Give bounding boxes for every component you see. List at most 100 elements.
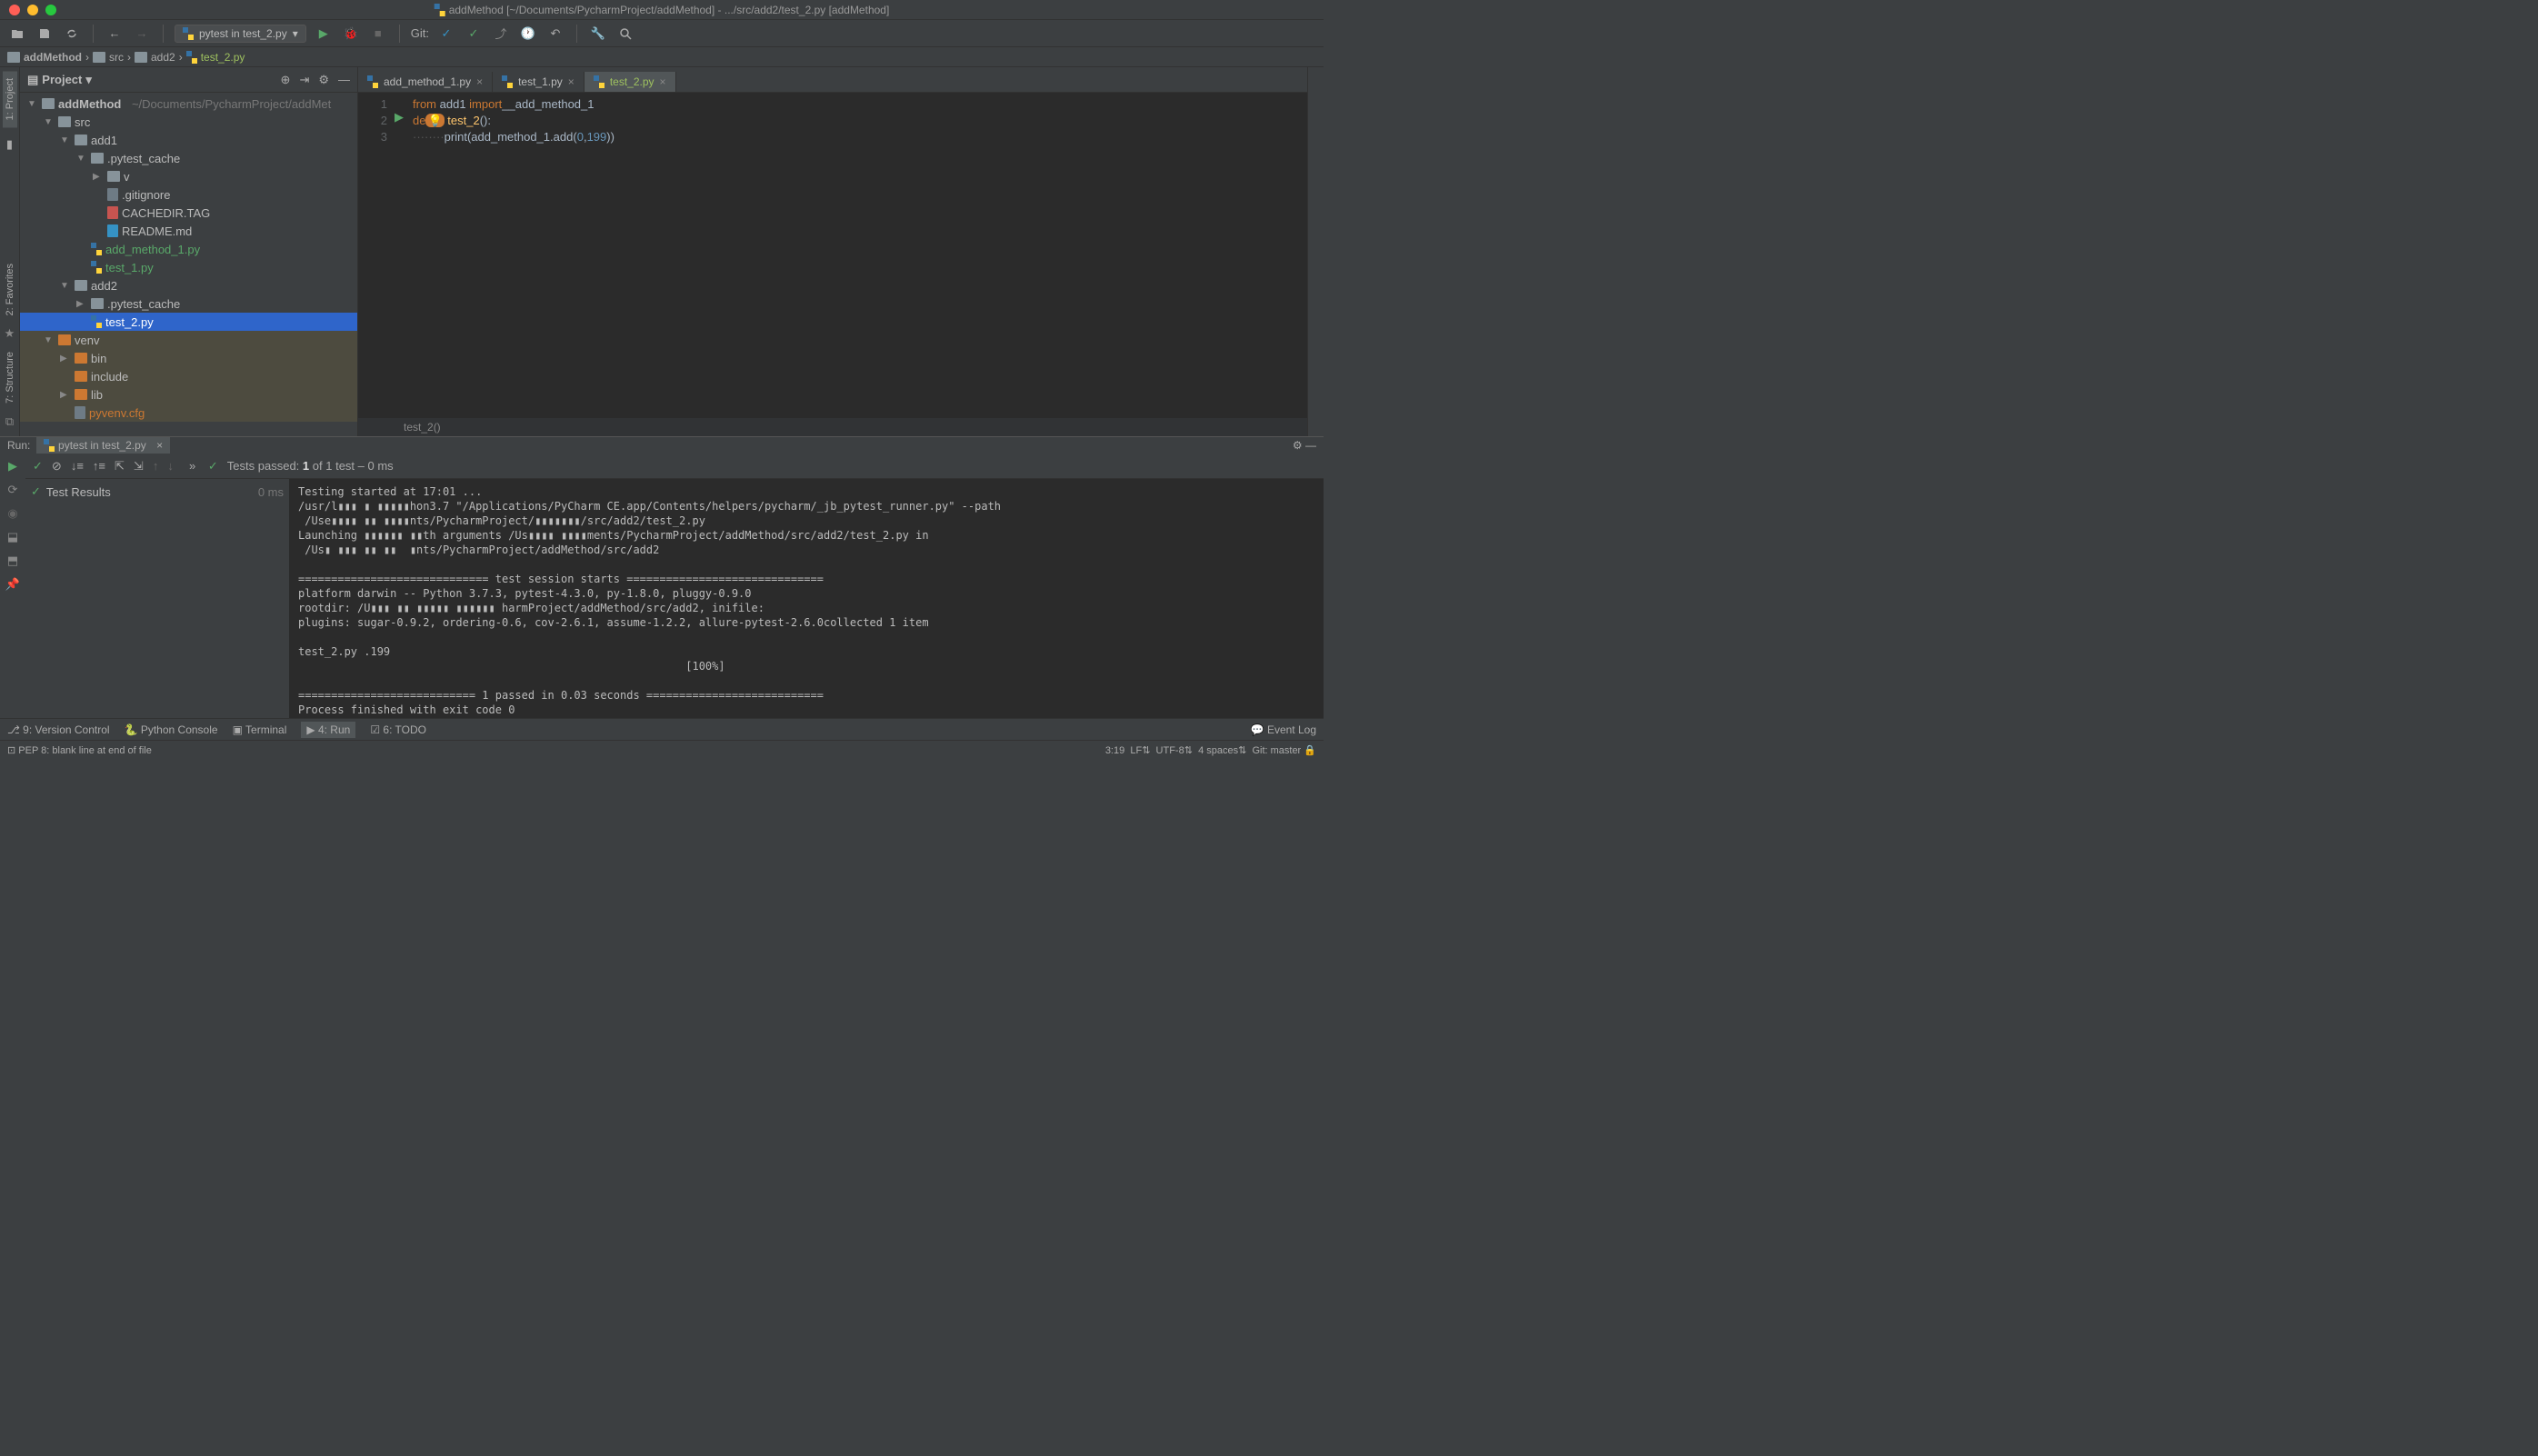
editor-breadcrumb[interactable]: test_2()	[358, 418, 1307, 436]
close-icon[interactable]: ×	[568, 75, 575, 88]
window-close[interactable]	[9, 5, 20, 15]
tree-file-selected[interactable]: test_2.py	[20, 313, 357, 331]
favorites-tool-tab[interactable]: 2: Favorites	[3, 256, 17, 323]
rerun-icon[interactable]: ▶	[8, 459, 17, 474]
git-history-icon[interactable]: 🕐	[518, 24, 538, 44]
close-icon[interactable]: ×	[156, 439, 163, 452]
cursor-position[interactable]: 3:19	[1105, 745, 1124, 756]
open-icon[interactable]	[7, 24, 27, 44]
settings-icon[interactable]: 🔧	[588, 24, 608, 44]
project-tree[interactable]: ▼addMethod ~/Documents/PycharmProject/ad…	[20, 93, 357, 436]
breadcrumb-item[interactable]: add2	[135, 51, 175, 64]
vc-tab[interactable]: ⎇ 9: Version Control	[7, 723, 110, 736]
indent[interactable]: 4 spaces	[1198, 745, 1238, 756]
encoding[interactable]: UTF-8	[1156, 745, 1184, 756]
run-config-dropdown[interactable]: pytest in test_2.py ▾	[175, 25, 306, 43]
layout-icon[interactable]: ⬒	[7, 553, 18, 568]
close-icon[interactable]: ×	[476, 75, 483, 88]
structure-tool-tab[interactable]: 7: Structure	[3, 344, 17, 411]
tree-file[interactable]: test_1.py	[20, 258, 357, 276]
console-output[interactable]: Testing started at 17:01 ... /usr/l▮▮▮ ▮…	[289, 479, 1324, 723]
tree-folder[interactable]: ▼src	[20, 113, 357, 131]
tree-folder[interactable]: ▼venv	[20, 331, 357, 349]
pin2-icon[interactable]: 📌	[5, 577, 20, 592]
editor-tab-active[interactable]: test_2.py×	[585, 72, 676, 92]
tree-file[interactable]: pyvenv.cfg	[20, 404, 357, 422]
event-log-tab[interactable]: 💬 Event Log	[1251, 723, 1316, 736]
tree-folder[interactable]: ▶v	[20, 167, 357, 185]
chevron-down-icon: ▾	[293, 27, 298, 40]
gutter-marks[interactable]: ▶	[395, 93, 409, 418]
debug-icon[interactable]: 🐞	[341, 24, 361, 44]
git-commit-icon[interactable]: ✓	[464, 24, 484, 44]
save-icon[interactable]	[35, 24, 55, 44]
test-results-root[interactable]: Test Results	[46, 485, 111, 499]
line-separator[interactable]: LF	[1130, 745, 1142, 756]
tree-folder[interactable]: include	[20, 367, 357, 385]
sort-icon[interactable]: ↓≡	[71, 459, 84, 473]
breadcrumb-item[interactable]: addMethod	[7, 51, 82, 64]
project-tool-tab[interactable]: 1: Project	[3, 71, 17, 127]
toggle-icon[interactable]: ⟳	[8, 483, 18, 497]
git-branch[interactable]: Git: master	[1252, 745, 1301, 756]
tree-folder[interactable]: ▶lib	[20, 385, 357, 404]
check-icon[interactable]: ✓	[33, 459, 43, 474]
minimize-icon[interactable]: —	[1305, 439, 1316, 452]
tree-root[interactable]: ▼addMethod ~/Documents/PycharmProject/ad…	[20, 95, 357, 113]
tests-summary: Tests passed: 1 of 1 test – 0 ms	[227, 459, 394, 473]
stop-icon[interactable]: ■	[368, 24, 388, 44]
editor-tab[interactable]: add_method_1.py×	[358, 72, 493, 92]
run-icon[interactable]: ▶	[314, 24, 334, 44]
chevron-down-icon[interactable]: ▾	[85, 73, 92, 87]
collapse-icon[interactable]: ⇲	[134, 459, 144, 474]
code-editor[interactable]: 123 ▶ from add1 import__add_method_1 de💡…	[358, 93, 1307, 418]
up-icon[interactable]: ↑	[153, 459, 159, 473]
tree-file[interactable]: CACHEDIR.TAG	[20, 204, 357, 222]
gear-icon[interactable]: ⚙	[1293, 439, 1303, 452]
git-compare-icon[interactable]: ⤴	[491, 24, 511, 44]
git-update-icon[interactable]: ✓	[436, 24, 456, 44]
collapse-icon[interactable]: ⇥	[299, 73, 309, 87]
tree-file[interactable]: add_method_1.py	[20, 240, 357, 258]
bookmark-icon[interactable]: ▮	[0, 135, 20, 155]
forward-icon[interactable]: →	[132, 24, 152, 44]
project-panel: ▤ Project ▾ ⊕ ⇥ ⚙ — ▼addMethod ~/Documen…	[20, 67, 358, 436]
tree-folder[interactable]: ▼add1	[20, 131, 357, 149]
tree-file[interactable]: README.md	[20, 222, 357, 240]
inspection-icon[interactable]: ⊡	[7, 744, 15, 756]
lock-icon[interactable]: 🔒	[1304, 744, 1316, 756]
git-revert-icon[interactable]: ↶	[545, 24, 565, 44]
sort2-icon[interactable]: ↑≡	[93, 459, 105, 473]
tree-folder[interactable]: ▼.pytest_cache	[20, 149, 357, 167]
test-results-tree[interactable]: ✓Test Results0 ms	[25, 479, 289, 723]
run-tab[interactable]: pytest in test_2.py ×	[36, 437, 170, 454]
terminal-tab[interactable]: ▣ Terminal	[233, 723, 287, 736]
python-console-tab[interactable]: 🐍 Python Console	[125, 723, 218, 736]
tree-folder[interactable]: ▼add2	[20, 276, 357, 294]
breadcrumb-item[interactable]: src	[93, 51, 124, 64]
minimize-icon[interactable]: —	[338, 73, 350, 87]
tree-folder[interactable]: ▶bin	[20, 349, 357, 367]
filter-icon[interactable]: ⊘	[52, 459, 62, 474]
locate-icon[interactable]: ⊕	[281, 73, 291, 87]
refresh-icon[interactable]	[62, 24, 82, 44]
down-icon[interactable]: ↓	[167, 459, 174, 473]
project-dropdown-icon[interactable]: ▤	[27, 73, 38, 87]
editor-tab[interactable]: test_1.py×	[493, 72, 585, 92]
gear-icon[interactable]: ⚙	[318, 73, 329, 87]
stop-icon[interactable]: ◉	[7, 506, 17, 521]
run-tab[interactable]: ▶ 4: Run	[301, 722, 355, 738]
tree-folder[interactable]: ▶.pytest_cache	[20, 294, 357, 313]
window-minimize[interactable]	[27, 5, 38, 15]
tree-file[interactable]: .gitignore	[20, 185, 357, 204]
pin-icon[interactable]: ⬓	[7, 530, 18, 544]
todo-tab[interactable]: ☑ 6: TODO	[370, 723, 426, 736]
close-icon[interactable]: ×	[660, 75, 666, 88]
editor: add_method_1.py× test_1.py× test_2.py× 1…	[358, 67, 1307, 436]
breadcrumb-item[interactable]: test_2.py	[186, 51, 245, 64]
back-icon[interactable]: ←	[105, 24, 125, 44]
window-maximize[interactable]	[45, 5, 56, 15]
navigation-breadcrumb: addMethod › src › add2 › test_2.py	[0, 47, 1324, 67]
expand-icon[interactable]: ⇱	[115, 459, 125, 474]
search-icon[interactable]	[615, 24, 635, 44]
